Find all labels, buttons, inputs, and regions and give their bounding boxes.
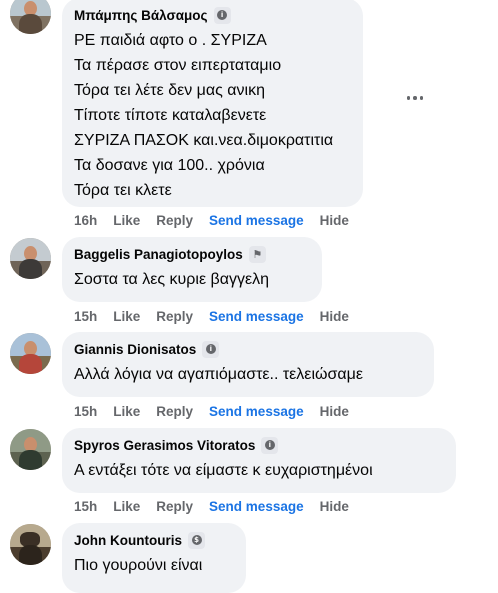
- info-badge-icon[interactable]: i: [261, 436, 279, 454]
- hide-button[interactable]: Hide: [320, 404, 349, 419]
- comment-timestamp[interactable]: 15h: [74, 404, 97, 419]
- hide-button[interactable]: Hide: [320, 499, 349, 514]
- avatar[interactable]: [10, 429, 51, 470]
- comment-text: Α εντάξει τότε να είμαστε κ ευχαριστημέν…: [74, 462, 373, 479]
- like-button[interactable]: Like: [113, 499, 140, 514]
- flag-badge-icon[interactable]: ⚑: [248, 245, 266, 263]
- comment-text: Πιο γουρούνι είναι: [74, 557, 203, 574]
- comment-actions: 16h Like Reply Send message Hide: [74, 210, 349, 230]
- avatar[interactable]: [10, 238, 51, 279]
- comment-bubble: Spyros Gerasimos Vitoratos i Α εντάξει τ…: [62, 428, 456, 493]
- hide-button[interactable]: Hide: [320, 309, 349, 324]
- comment-author[interactable]: Giannis Dionisatos: [74, 342, 196, 357]
- comment-text: ΡΕ παιδιά αφτο ο . ΣΥΡΙΖΑ Τα πέρασε στον…: [74, 32, 334, 199]
- send-message-button[interactable]: Send message: [209, 213, 304, 228]
- more-options-icon[interactable]: [402, 88, 428, 108]
- avatar[interactable]: [10, 333, 51, 374]
- avatar[interactable]: [10, 524, 51, 565]
- info-badge-icon[interactable]: i: [213, 6, 231, 24]
- avatar[interactable]: [10, 0, 51, 34]
- comment-author[interactable]: Μπάμπης Βάλσαμος: [74, 8, 208, 23]
- info-badge-icon[interactable]: i: [202, 340, 220, 358]
- reply-button[interactable]: Reply: [156, 213, 193, 228]
- reply-button[interactable]: Reply: [156, 404, 193, 419]
- comment-author[interactable]: John Kountouris: [74, 533, 182, 548]
- comment-timestamp[interactable]: 15h: [74, 309, 97, 324]
- reply-button[interactable]: Reply: [156, 309, 193, 324]
- comment-text: Αλλά λόγια να αγαπιόμαστε.. τελειώσαμε: [74, 366, 363, 383]
- comment-author[interactable]: Spyros Gerasimos Vitoratos: [74, 438, 255, 453]
- comment-bubble: Giannis Dionisatos i Αλλά λόγια να αγαπι…: [62, 332, 434, 397]
- send-message-button[interactable]: Send message: [209, 309, 304, 324]
- comment-text: Σοστα τα λες κυριε βαγγελη: [74, 271, 269, 288]
- like-button[interactable]: Like: [113, 309, 140, 324]
- comment-bubble: John Kountouris $ Πιο γουρούνι είναι: [62, 523, 246, 593]
- send-message-button[interactable]: Send message: [209, 499, 304, 514]
- comment-bubble: Μπάμπης Βάλσαμος i ΡΕ παιδιά αφτο ο . ΣΥ…: [62, 0, 363, 207]
- comment-actions: 15h Like Reply Send message Hide: [74, 306, 349, 326]
- dollar-badge-icon[interactable]: $: [188, 531, 205, 549]
- comment-author[interactable]: Baggelis Panagiotopoylos: [74, 247, 243, 262]
- reply-button[interactable]: Reply: [156, 499, 193, 514]
- comment-timestamp[interactable]: 16h: [74, 213, 97, 228]
- comment-actions: 15h Like Reply Send message Hide: [74, 496, 349, 516]
- comment-bubble: Baggelis Panagiotopoylos ⚑ Σοστα τα λες …: [62, 237, 322, 302]
- comment-timestamp[interactable]: 15h: [74, 499, 97, 514]
- like-button[interactable]: Like: [113, 404, 140, 419]
- hide-button[interactable]: Hide: [320, 213, 349, 228]
- like-button[interactable]: Like: [113, 213, 140, 228]
- send-message-button[interactable]: Send message: [209, 404, 304, 419]
- comment-actions: 15h Like Reply Send message Hide: [74, 401, 349, 421]
